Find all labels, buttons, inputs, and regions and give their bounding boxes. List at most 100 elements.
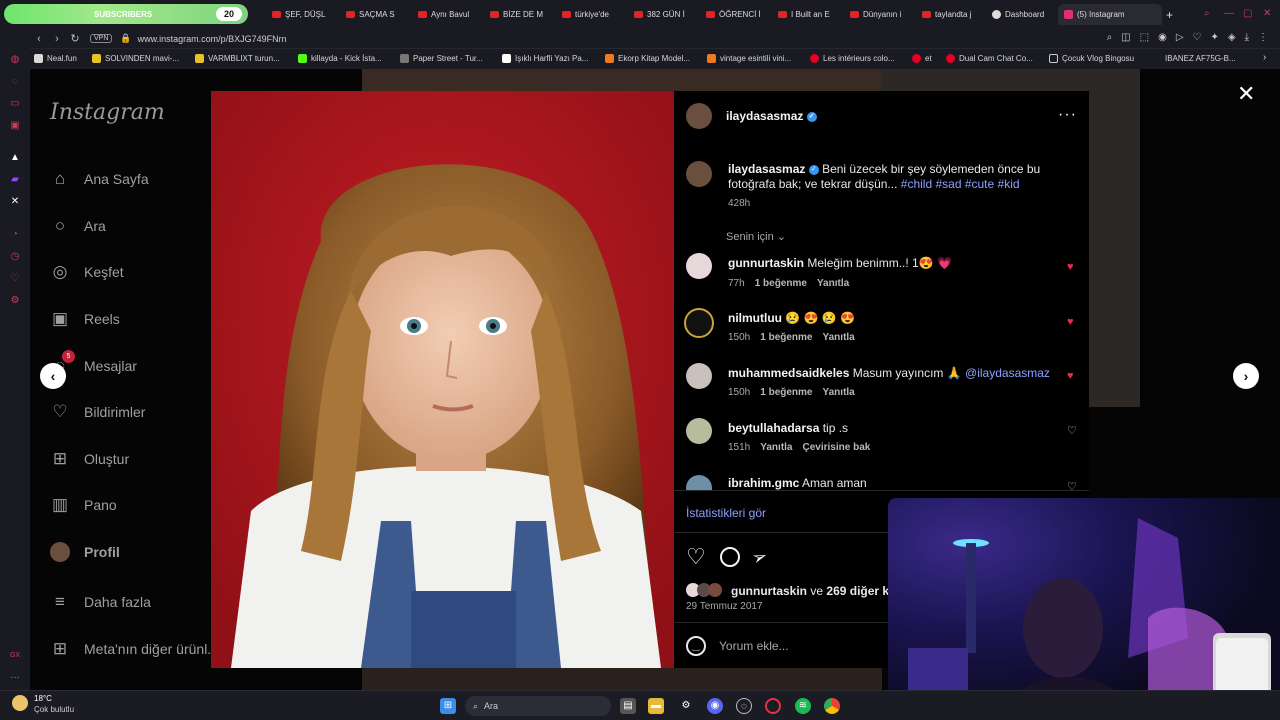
opera-gx-icon[interactable] [765,698,781,714]
comment-username[interactable]: beytullahadarsa [728,421,819,435]
add-comment-input[interactable]: Yorum ekle... [719,639,789,653]
menu-dots-icon[interactable]: ⋮ [1258,32,1268,43]
camera-icon[interactable]: ◫ [1121,32,1130,43]
search-tabs-icon[interactable]: ⌕ [1204,8,1210,19]
screenshot-icon[interactable]: ⬚ [1140,32,1149,43]
reply-button[interactable]: Yanıtla [817,278,849,289]
comment-username[interactable]: muhammedsaidkeles [728,366,849,380]
heart-bookmark-icon[interactable]: ♡ [1193,32,1202,43]
commenter-avatar[interactable] [684,308,714,338]
browser-tab[interactable]: ŞEF, DÜŞL [272,4,332,25]
bookmark-item[interactable]: vintage esintili vini... [707,54,791,63]
play-icon[interactable]: ▷ [1176,32,1184,43]
whatsapp-icon[interactable]: ◌ [9,76,21,88]
spotify-icon[interactable]: ≋ [795,698,811,714]
caption-username[interactable]: ilaydasasmaz [728,162,805,176]
aria-icon[interactable]: ▲ [9,152,21,164]
nav-reels[interactable]: ▣ Reels [50,304,120,334]
forward-icon[interactable]: › [48,33,66,45]
browser-tab[interactable]: 382 GÜN İ [634,4,692,25]
heart-icon[interactable]: ♡ [9,273,21,285]
nav-dashboard[interactable]: ▥ Pano [50,490,117,520]
file-explorer-icon[interactable]: ▬ [648,698,664,714]
browser-tab[interactable]: ÖĞRENCİ İ [706,4,764,25]
vpn-badge[interactable]: VPN [90,34,113,43]
zoom-icon[interactable]: ⌕ [1107,32,1113,43]
chrome-icon[interactable] [824,698,840,714]
previous-post-button[interactable]: ‹ [40,363,66,389]
commenter-avatar[interactable] [686,253,712,279]
back-icon[interactable]: ‹ [30,33,48,45]
bookmark-item[interactable]: Paper Street - Tur... [400,54,483,63]
taskbar-search[interactable]: ⌕ Ara [465,696,611,716]
browser-tab[interactable]: taylandta j [922,4,980,25]
commenter-avatar[interactable] [686,418,712,444]
bookmark-item[interactable]: IBANEZ AF75G-B... [1165,54,1236,63]
post-photo[interactable] [211,91,674,668]
puzzle-icon[interactable]: ✦ [1210,32,1218,43]
close-modal-icon[interactable]: ✕ [1237,82,1255,106]
extension-icon[interactable]: ◉ [1158,32,1167,43]
nav-more[interactable]: ≡ Daha fazla [50,587,151,617]
comment-like-heart-icon[interactable]: ♥ [1067,262,1078,273]
new-tab-button[interactable]: + [1166,4,1178,25]
maximize-icon[interactable]: ▢ [1243,8,1252,19]
steelseries-icon[interactable]: ◌ [736,698,752,714]
comment-likes[interactable]: 1 beğenme [760,387,812,398]
commenter-avatar[interactable] [686,475,712,490]
nav-profile[interactable]: Profil [50,537,120,567]
view-insights-link[interactable]: İstatistikleri gör [686,506,766,520]
browser-tab[interactable]: I Built an E [778,4,836,25]
bookmark-item[interactable]: Işıklı Harfli Yazı Pa... [502,54,589,63]
comment-like-heart-icon[interactable]: ♡ [1067,480,1077,490]
discord-icon[interactable]: ◉ [707,698,723,714]
browser-tab[interactable]: SAÇMA S [346,4,404,25]
gx-icon[interactable]: GX [9,650,21,662]
download-icon[interactable]: ⤓ [1245,32,1249,43]
comment-like-heart-icon[interactable]: ♥ [1067,371,1078,382]
url-field[interactable]: www.instagram.com/p/BXJG749FNrn [138,34,287,44]
nav-search[interactable]: ○ Ara [50,211,106,241]
wallet-icon[interactable]: ◈ [1228,32,1236,43]
bookmark-item[interactable]: VARMBLIXT turun... [195,54,280,63]
close-window-icon[interactable]: ✕ [1263,8,1271,19]
messenger-icon[interactable]: ◍ [9,54,21,66]
caption-hashtags[interactable]: #child #sad #cute #kid [901,177,1020,191]
task-view-icon[interactable]: ▤ [620,698,636,714]
reply-button[interactable]: Yanıtla [760,442,792,453]
clock-icon[interactable]: ◷ [9,251,21,263]
nav-meta-apps[interactable]: ⊞ Meta'nın diğer ürünl... [50,634,219,664]
twitch-icon[interactable]: ▰ [9,174,21,186]
history-icon[interactable]: ◔ [9,229,21,241]
reply-button[interactable]: Yanıtla [823,332,855,343]
windows-start-icon[interactable]: ⊞ [440,698,456,714]
more-options-icon[interactable]: ··· [1058,106,1077,124]
commenter-avatar[interactable] [686,363,712,389]
comment-icon[interactable] [720,547,740,567]
comment-username[interactable]: ibrahim.gmc [728,476,799,490]
comment-sort-dropdown[interactable]: Senin için ⌄ [726,230,786,243]
bookmarks-overflow-icon[interactable]: › [1263,52,1266,63]
comment-likes[interactable]: 1 beğenme [755,278,807,289]
chat-icon[interactable]: ▭ [9,98,21,110]
music-icon[interactable]: ▣ [9,120,21,132]
like-heart-icon[interactable]: ♡ [686,545,706,569]
bookmark-item[interactable]: SOLVINDEN mavi-... [92,54,179,63]
x-twitter-icon[interactable]: ✕ [9,196,21,208]
browser-tab-instagram[interactable]: (5) Instagram [1058,4,1162,25]
settings-icon[interactable]: ⚙ [678,698,694,714]
liked-by-username[interactable]: gunnurtaskin [731,584,807,598]
browser-tab[interactable]: türkiye'de [562,4,620,25]
nav-notifications[interactable]: ♡ Bildirimler [50,397,145,427]
more-icon[interactable]: … [9,670,21,682]
bookmark-item[interactable]: Dual Cam Chat Co... [946,54,1033,63]
bookmark-item[interactable]: et [912,54,932,63]
comment-username[interactable]: gunnurtaskin [728,256,804,270]
reply-button[interactable]: Yanıtla [823,387,855,398]
instagram-logo[interactable]: Instagram [50,100,165,125]
browser-tab[interactable]: BİZE DE M [490,4,548,25]
weather-icon[interactable] [12,695,28,711]
comment-mention[interactable]: @ilaydasasmaz [965,366,1050,380]
browser-tab[interactable]: Aynı Bavul [418,4,476,25]
author-username[interactable]: ilaydasasmaz ✓ [726,109,817,123]
